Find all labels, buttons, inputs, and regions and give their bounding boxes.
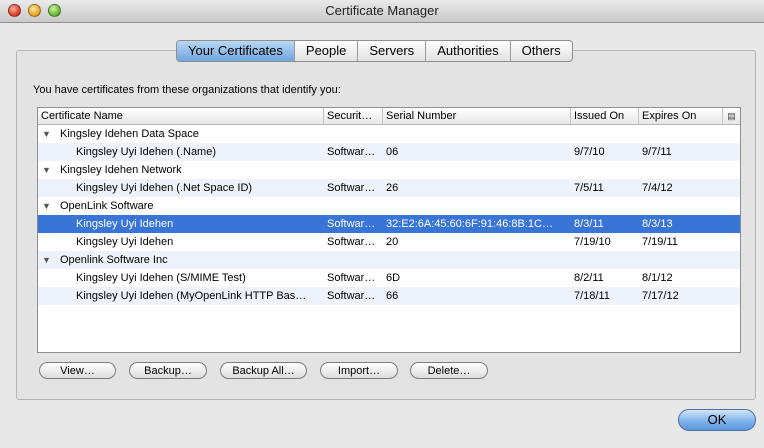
view-button[interactable]: View…: [39, 362, 116, 379]
disclosure-triangle-icon[interactable]: ▼: [42, 125, 51, 143]
cell-security: Softwar…: [327, 182, 376, 194]
cell-security: Softwar…: [327, 146, 376, 158]
column-header-expires[interactable]: Expires On: [639, 108, 723, 124]
disclosure-triangle-icon[interactable]: ▼: [42, 251, 51, 269]
tab-your-certificates[interactable]: Your Certificates: [177, 41, 295, 61]
group-row[interactable]: ▼ Kingsley Idehen Data Space: [38, 125, 740, 143]
cell-security: Softwar…: [327, 272, 376, 284]
cell-name: Kingsley Uyi Idehen (.Name): [76, 146, 217, 158]
cell-name: Kingsley Uyi Idehen: [76, 218, 174, 230]
tab-authorities[interactable]: Authorities: [426, 41, 511, 61]
cell-security: Softwar…: [327, 290, 376, 302]
intro-text: You have certificates from these organiz…: [33, 84, 341, 96]
tab-servers[interactable]: Servers: [358, 41, 427, 61]
cell-issued: 9/7/10: [574, 146, 605, 158]
cell-serial: 6D: [386, 272, 401, 284]
cell-expires: 9/7/11: [642, 146, 672, 158]
group-row[interactable]: ▼ Openlink Software Inc: [38, 251, 740, 269]
tab-people[interactable]: People: [295, 41, 359, 61]
group-label: Openlink Software Inc: [60, 254, 168, 266]
table-body: ▼ Kingsley Idehen Data Space Kingsley Uyi …: [38, 125, 740, 305]
cell-serial: 20: [386, 236, 399, 248]
cell-name: Kingsley Uyi Idehen: [76, 236, 174, 248]
cell-issued: 7/18/11: [574, 290, 610, 302]
table-header: Certificate Name Securit… Serial Number …: [38, 108, 740, 125]
column-header-security[interactable]: Securit…: [324, 108, 383, 124]
table-row[interactable]: Kingsley Uyi Idehen (MyOpenLink HTTP Bas…: [38, 287, 740, 305]
table-row[interactable]: Kingsley Uyi Idehen Softwar… 32:E2:6A:45:6…: [38, 215, 740, 233]
title-bar: Certificate Manager: [0, 0, 764, 23]
group-row[interactable]: ▼ Kingsley Idehen Network: [38, 161, 740, 179]
table-row[interactable]: Kingsley Uyi Idehen (.Name) Softwar… 06 9/7…: [38, 143, 740, 161]
column-header-serial[interactable]: Serial Number: [383, 108, 571, 124]
ok-button[interactable]: OK: [678, 409, 756, 431]
disclosure-triangle-icon[interactable]: ▼: [42, 161, 51, 179]
group-label: Kingsley Idehen Network: [60, 164, 182, 176]
cell-name: Kingsley Uyi Idehen (S/MIME Test): [76, 272, 246, 284]
column-header-name[interactable]: Certificate Name: [38, 108, 324, 124]
tab-bar: Your Certificates People Servers Authori…: [176, 40, 573, 62]
cell-expires: 8/1/12: [642, 272, 673, 284]
window-title: Certificate Manager: [325, 3, 439, 18]
cell-issued: 7/5/11: [574, 182, 604, 194]
cell-serial: 26: [386, 182, 399, 194]
cell-issued: 7/19/10: [574, 236, 611, 248]
table-row[interactable]: Kingsley Uyi Idehen (S/MIME Test) Softwar…: [38, 269, 740, 287]
cell-name: Kingsley Uyi Idehen (MyOpenLink HTTP Bas…: [76, 290, 307, 302]
table-row[interactable]: Kingsley Uyi Idehen (.Net Space ID) Softw…: [38, 179, 740, 197]
delete-button[interactable]: Delete…: [410, 362, 488, 379]
backup-all-button[interactable]: Backup All…: [220, 362, 307, 379]
backup-button[interactable]: Backup…: [129, 362, 207, 379]
group-label: OpenLink Software: [60, 200, 154, 212]
column-header-issued[interactable]: Issued On: [571, 108, 639, 124]
cell-serial: 66: [386, 290, 399, 302]
cell-expires: 7/4/12: [642, 182, 673, 194]
cell-security: Softwar…: [327, 236, 376, 248]
cell-issued: 8/3/11: [574, 218, 604, 230]
column-picker-icon[interactable]: ▤: [722, 108, 740, 124]
cell-expires: 7/17/12: [642, 290, 679, 302]
cell-expires: 7/19/11: [642, 236, 678, 248]
cell-expires: 8/3/13: [642, 218, 673, 230]
tab-others[interactable]: Others: [511, 41, 572, 61]
cell-name: Kingsley Uyi Idehen (.Net Space ID): [76, 182, 253, 194]
group-row[interactable]: ▼ OpenLink Software: [38, 197, 740, 215]
cell-security: Softwar…: [327, 218, 376, 230]
table-row[interactable]: Kingsley Uyi Idehen Softwar… 20 7/19/10 7/19…: [38, 233, 740, 251]
import-button[interactable]: Import…: [320, 362, 398, 379]
group-label: Kingsley Idehen Data Space: [60, 128, 199, 140]
cell-issued: 8/2/11: [574, 272, 604, 284]
cell-serial: 32:E2:6A:45:60:6F:91:46:8B:1C…: [386, 218, 553, 230]
certificate-table[interactable]: Certificate Name Securit… Serial Number …: [37, 107, 741, 353]
cell-serial: 06: [386, 146, 399, 158]
disclosure-triangle-icon[interactable]: ▼: [42, 197, 51, 215]
